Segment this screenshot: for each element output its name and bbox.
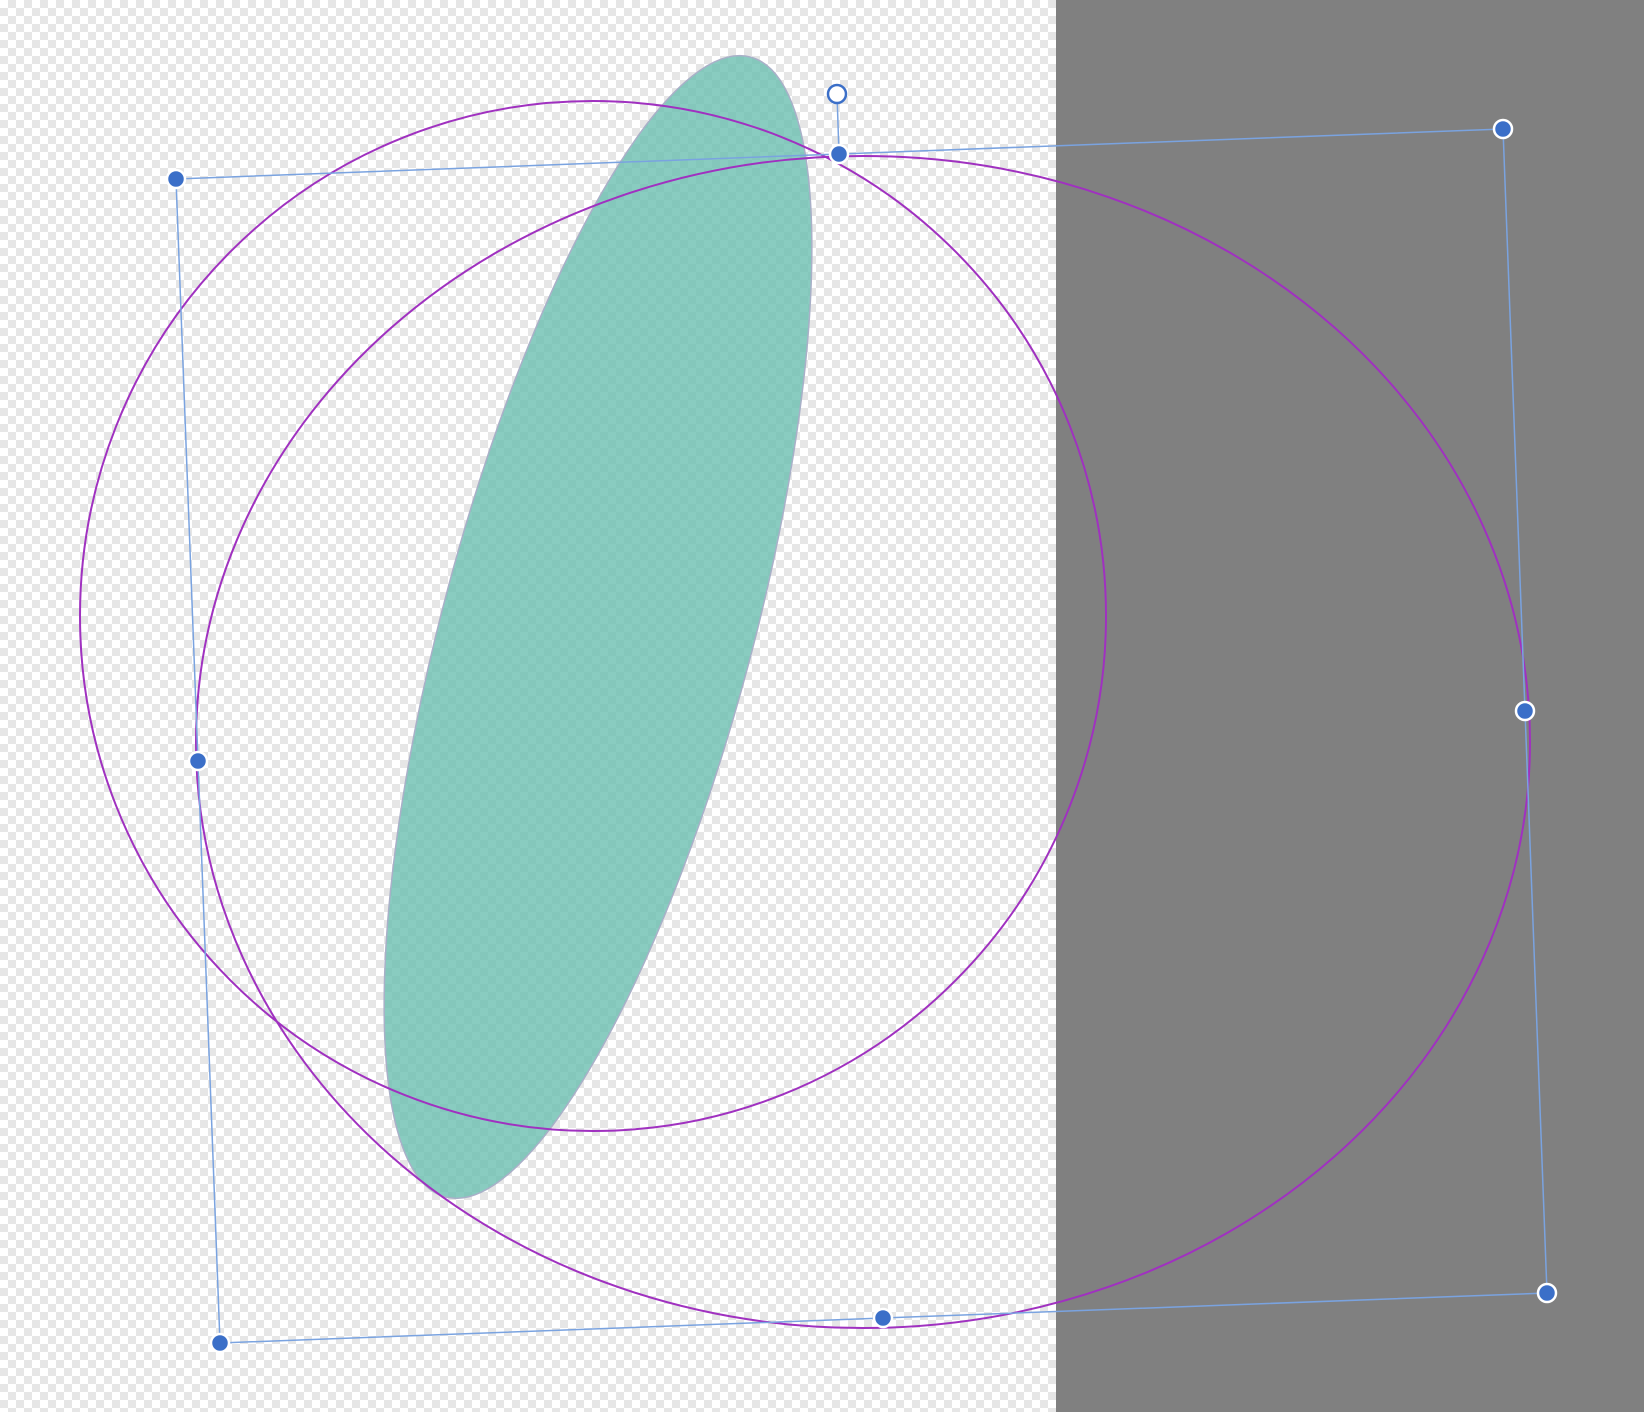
circle-outline-selected[interactable] <box>195 155 1531 1329</box>
corner-handle-bottom-left[interactable] <box>209 1332 231 1354</box>
corner-handle-top-right[interactable] <box>1492 118 1514 140</box>
artwork-layer[interactable] <box>0 0 1644 1412</box>
corner-handle-bottom-right[interactable] <box>1536 1282 1558 1304</box>
edge-handle-right[interactable] <box>1514 700 1536 722</box>
corner-handle-top-left[interactable] <box>165 168 187 190</box>
rotate-handle[interactable] <box>826 83 848 105</box>
editor-stage <box>0 0 1644 1412</box>
teal-ellipse-shape[interactable] <box>296 17 901 1237</box>
selection-bounding-box <box>175 128 1548 1344</box>
edge-handle-top[interactable] <box>828 143 850 165</box>
edge-handle-left[interactable] <box>187 750 209 772</box>
edge-handle-bottom[interactable] <box>872 1307 894 1329</box>
